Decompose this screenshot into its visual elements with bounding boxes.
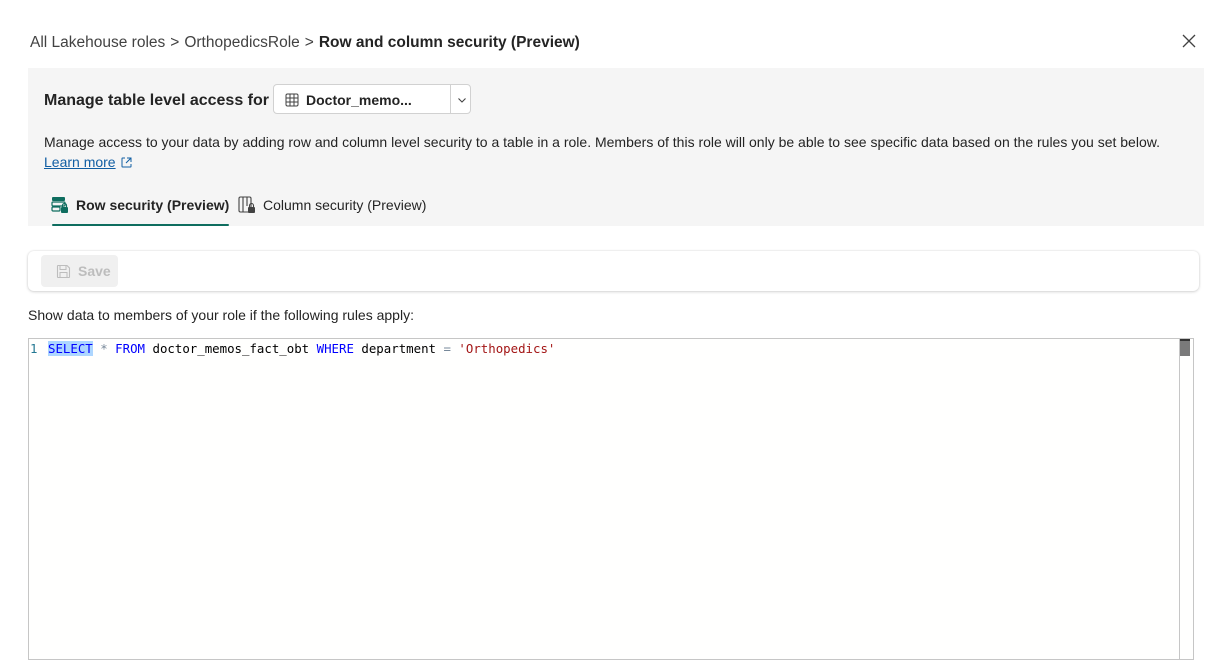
breadcrumb-role[interactable]: OrthopedicsRole <box>184 34 299 51</box>
token-equals: = <box>443 341 451 356</box>
save-button-label: Save <box>78 263 111 279</box>
description-text: Manage access to your data by adding row… <box>44 134 1160 150</box>
keyword-where: WHERE <box>316 341 354 356</box>
external-link-icon[interactable] <box>120 156 133 169</box>
scrollbar-track[interactable] <box>1179 339 1180 659</box>
dropdown-divider <box>450 85 451 113</box>
keyword-from: FROM <box>115 341 146 356</box>
tab-selected-indicator <box>52 224 230 226</box>
close-icon <box>1182 34 1196 48</box>
row-security-icon <box>51 197 68 213</box>
close-button[interactable] <box>1178 30 1200 52</box>
scrollbar-thumb[interactable] <box>1180 339 1190 356</box>
save-button[interactable]: Save <box>41 255 118 287</box>
table-icon <box>285 93 299 107</box>
breadcrumb-all-roles[interactable]: All Lakehouse roles <box>30 34 165 51</box>
description: Manage access to your data by adding row… <box>44 132 1184 172</box>
code-content[interactable]: SELECT * FROM doctor_memos_fact_obt WHER… <box>48 340 555 357</box>
line-number: 1 <box>30 341 38 356</box>
breadcrumb-current: Row and column security (Preview) <box>318 34 580 51</box>
token-star: * <box>100 341 108 356</box>
sql-editor[interactable]: 1 SELECT * FROM doctor_memos_fact_obt WH… <box>28 338 1194 660</box>
token-table: doctor_memos_fact_obt <box>152 341 310 356</box>
table-dropdown[interactable]: Doctor_memo... <box>273 84 471 114</box>
table-access-panel: Manage table level access for Doctor_mem… <box>28 68 1204 226</box>
save-icon <box>56 264 71 278</box>
breadcrumb-separator: > <box>304 34 314 51</box>
tab-row-security[interactable]: Row security (Preview) <box>51 192 230 226</box>
toolbar: Save <box>28 251 1199 291</box>
tab-column-security-label: Column security (Preview) <box>263 197 427 213</box>
column-security-icon <box>238 196 255 213</box>
table-dropdown-value: Doctor_memo... <box>306 92 412 108</box>
tab-row-security-label: Row security (Preview) <box>76 197 230 213</box>
breadcrumb-separator: > <box>170 34 180 51</box>
learn-more-link[interactable]: Learn more <box>44 154 116 170</box>
chevron-down-icon[interactable] <box>456 94 468 106</box>
breadcrumb: All Lakehouse roles > OrthopedicsRole > Row … <box>30 34 580 52</box>
tab-column-security[interactable]: Column security (Preview) <box>238 192 426 226</box>
code-line[interactable]: 1 SELECT * FROM doctor_memos_fact_obt WH… <box>29 340 555 357</box>
manage-table-label: Manage table level access for <box>44 92 269 109</box>
token-string: 'Orthopedics' <box>458 341 556 356</box>
keyword-select: SELECT <box>48 341 93 356</box>
token-column: department <box>361 341 436 356</box>
rules-label: Show data to members of your role if the… <box>28 307 414 323</box>
